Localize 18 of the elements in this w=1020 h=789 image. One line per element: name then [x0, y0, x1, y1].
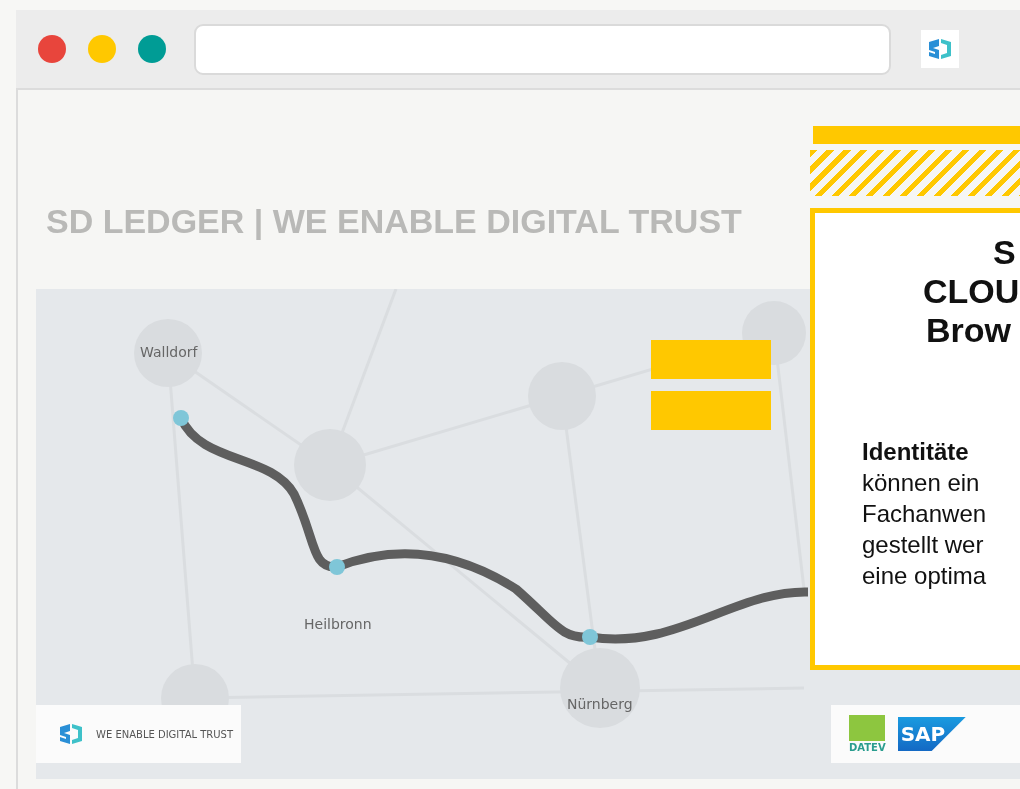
window-control-dot[interactable] — [38, 35, 66, 63]
tagline: WE ENABLE DIGITAL TRUST — [96, 728, 234, 740]
datev-logo-icon — [849, 715, 886, 741]
window-control-dot[interactable] — [88, 35, 116, 63]
place-label: Walldorf — [140, 344, 198, 360]
favicon-icon — [921, 30, 959, 68]
card-text: Identitäte können ein Fachanwen gestellt wer eine optima — [862, 437, 987, 591]
window-control-dot[interactable] — [138, 35, 166, 63]
sap-logo: SAP — [897, 717, 966, 751]
page-heading: SD LEDGER | WE ENABLE DIGITAL TRUST — [46, 202, 742, 241]
route-stop-marker — [173, 410, 189, 426]
place-label: Heilbronn — [304, 616, 372, 632]
logo-icon — [58, 723, 84, 745]
place-label: Nürnberg — [567, 696, 633, 712]
route-stop-marker — [582, 629, 598, 645]
datev-logo-text: DATEV — [849, 742, 886, 753]
route-stop-marker — [329, 559, 345, 575]
card-title: S CLOU Brow — [922, 233, 1020, 350]
